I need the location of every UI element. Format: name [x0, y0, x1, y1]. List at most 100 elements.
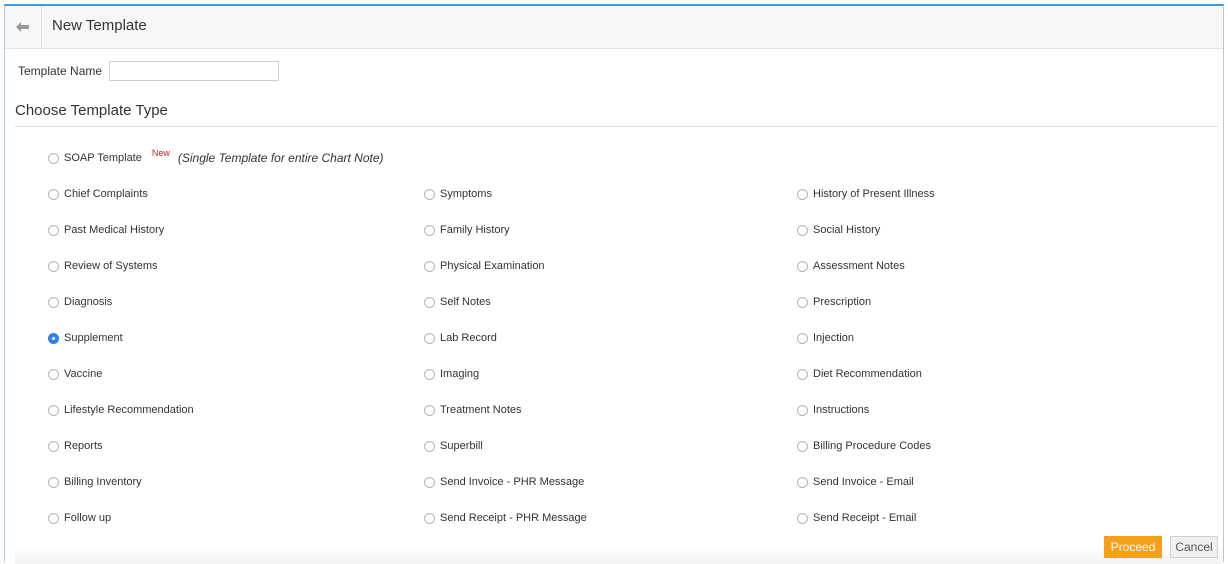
option-label: Imaging: [440, 368, 480, 380]
option-diagnosis[interactable]: Diagnosis: [48, 294, 112, 310]
radio-send-invoice-phr-message[interactable]: [424, 476, 435, 488]
radio-chief-complaints[interactable]: [48, 188, 59, 200]
radio-follow-up[interactable]: [48, 512, 59, 524]
option-label: Diet Recommendation: [813, 368, 922, 380]
soap-template-radio[interactable]: [48, 152, 59, 164]
radio-past-medical-history[interactable]: [48, 224, 59, 236]
template-option-row: Follow up Send Receipt - PHR Message Send …: [48, 510, 1198, 546]
option-label: Vaccine: [64, 368, 103, 380]
option-label: Reports: [64, 440, 103, 452]
option-prescription[interactable]: Prescription: [797, 294, 871, 310]
option-physical-examination[interactable]: Physical Examination: [424, 258, 545, 274]
option-label: Lifestyle Recommendation: [64, 404, 194, 416]
option-label: Prescription: [813, 296, 872, 308]
option-instructions[interactable]: Instructions: [797, 402, 869, 418]
cancel-button[interactable]: Cancel: [1170, 536, 1218, 558]
option-label: Past Medical History: [64, 224, 165, 236]
template-name-input[interactable]: [109, 61, 280, 81]
radio-treatment-notes[interactable]: [424, 404, 435, 416]
template-option-row: Chief Complaints Symptoms History of Prese…: [48, 186, 1198, 222]
option-family-history[interactable]: Family History: [424, 222, 510, 238]
radio-self-notes[interactable]: [424, 296, 435, 308]
option-lifestyle-recommendation[interactable]: Lifestyle Recommendation: [48, 402, 194, 418]
panel-header: New Template: [5, 6, 1223, 49]
option-vaccine[interactable]: Vaccine: [48, 366, 102, 382]
radio-billing-inventory[interactable]: [48, 476, 59, 488]
option-symptoms[interactable]: Symptoms: [424, 186, 492, 202]
radio-symptoms[interactable]: [424, 188, 435, 200]
page-title: New Template: [52, 17, 147, 34]
option-reports[interactable]: Reports: [48, 438, 103, 454]
option-past-medical-history[interactable]: Past Medical History: [48, 222, 164, 238]
option-label: Billing Inventory: [64, 476, 142, 488]
option-billing-procedure-codes[interactable]: Billing Procedure Codes: [797, 438, 931, 454]
option-self-notes[interactable]: Self Notes: [424, 294, 491, 310]
template-option-row: Reports Superbill Billing Procedure Codes: [48, 438, 1198, 474]
option-label: Send Receipt - Email: [813, 512, 917, 524]
radio-family-history[interactable]: [424, 224, 435, 236]
radio-instructions[interactable]: [797, 404, 808, 416]
radio-send-receipt-phr-message[interactable]: [424, 512, 435, 524]
option-label: Diagnosis: [64, 296, 113, 308]
proceed-button[interactable]: Proceed: [1104, 536, 1162, 558]
radio-diagnosis[interactable]: [48, 296, 59, 308]
option-label: History of Present Illness: [813, 188, 935, 200]
radio-social-history[interactable]: [797, 224, 808, 236]
back-button[interactable]: [5, 6, 42, 48]
radio-imaging[interactable]: [424, 368, 435, 380]
option-billing-inventory[interactable]: Billing Inventory: [48, 474, 142, 490]
option-label: Instructions: [813, 404, 870, 416]
option-treatment-notes[interactable]: Treatment Notes: [424, 402, 522, 418]
radio-injection[interactable]: [797, 332, 808, 344]
option-lab-record[interactable]: Lab Record: [424, 330, 497, 346]
radio-history-of-present-illness[interactable]: [797, 188, 808, 200]
footer-bar: [15, 546, 1223, 564]
soap-template-label: SOAP Template: [64, 152, 142, 164]
radio-send-invoice-email[interactable]: [797, 476, 808, 488]
radio-prescription[interactable]: [797, 296, 808, 308]
radio-superbill[interactable]: [424, 440, 435, 452]
radio-vaccine[interactable]: [48, 368, 59, 380]
option-social-history[interactable]: Social History: [797, 222, 880, 238]
option-send-receipt-email[interactable]: Send Receipt - Email: [797, 510, 916, 526]
option-label: Physical Examination: [440, 260, 545, 272]
radio-send-receipt-email[interactable]: [797, 512, 808, 524]
new-badge: New: [151, 148, 170, 158]
radio-reports[interactable]: [48, 440, 59, 452]
radio-billing-procedure-codes[interactable]: [797, 440, 808, 452]
radio-review-of-systems[interactable]: [48, 260, 59, 272]
radio-supplement[interactable]: [48, 332, 59, 344]
option-label: Assessment Notes: [813, 260, 905, 272]
option-label: Injection: [813, 332, 854, 344]
template-option-row: Vaccine Imaging Diet Recommendation: [48, 366, 1198, 402]
option-chief-complaints[interactable]: Chief Complaints: [48, 186, 148, 202]
soap-template-option[interactable]: SOAP Template New (Single Template for e…: [48, 148, 384, 166]
template-name-row: Template Name: [18, 60, 280, 82]
option-review-of-systems[interactable]: Review of Systems: [48, 258, 158, 274]
template-option-row: Review of Systems Physical Examination Ass…: [48, 258, 1198, 294]
template-option-row: Diagnosis Self Notes Prescription: [48, 294, 1198, 330]
radio-physical-examination[interactable]: [424, 260, 435, 272]
option-send-invoice-phr-message[interactable]: Send Invoice - PHR Message: [424, 474, 584, 490]
option-supplement[interactable]: Supplement: [48, 330, 123, 346]
option-send-receipt-phr-message[interactable]: Send Receipt - PHR Message: [424, 510, 587, 526]
arrow-left-icon: [16, 22, 29, 32]
option-superbill[interactable]: Superbill: [424, 438, 483, 454]
radio-diet-recommendation[interactable]: [797, 368, 808, 380]
option-label: Lab Record: [440, 332, 497, 344]
option-send-invoice-email[interactable]: Send Invoice - Email: [797, 474, 914, 490]
option-history-of-present-illness[interactable]: History of Present Illness: [797, 186, 935, 202]
new-template-panel: New Template Template Name Choose Templa…: [4, 4, 1224, 564]
option-label: Send Invoice - PHR Message: [440, 476, 585, 488]
option-assessment-notes[interactable]: Assessment Notes: [797, 258, 905, 274]
option-diet-recommendation[interactable]: Diet Recommendation: [797, 366, 922, 382]
option-imaging[interactable]: Imaging: [424, 366, 479, 382]
option-label: Send Receipt - PHR Message: [440, 512, 587, 524]
radio-lifestyle-recommendation[interactable]: [48, 404, 59, 416]
soap-template-description: (Single Template for entire Chart Note): [177, 151, 384, 165]
template-option-row: Billing Inventory Send Invoice - PHR Mess…: [48, 474, 1198, 510]
radio-assessment-notes[interactable]: [797, 260, 808, 272]
radio-lab-record[interactable]: [424, 332, 435, 344]
option-follow-up[interactable]: Follow up: [48, 510, 111, 526]
option-injection[interactable]: Injection: [797, 330, 854, 346]
